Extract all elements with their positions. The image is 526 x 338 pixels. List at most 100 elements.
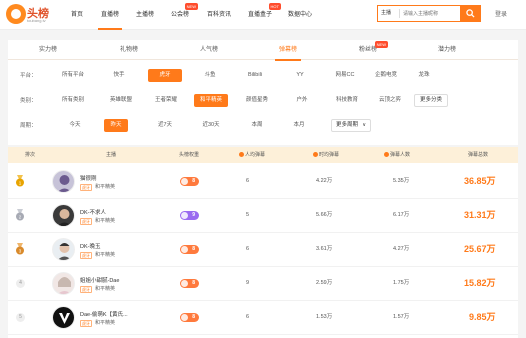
nav-live-box[interactable]: 直播盒子 HOT <box>245 0 281 30</box>
chip-category-tft[interactable]: 云顶之弈 <box>373 94 407 107</box>
tab-popularity[interactable]: 人气榜 <box>196 40 222 60</box>
weight-badge: 9 <box>180 211 199 220</box>
anchor-name[interactable]: 猫很刚 <box>80 174 97 182</box>
table-row[interactable]: 3 DK-晚玉 虎牙 和平精英 8 6 3.61万 4.27万 25.67万 <box>8 233 518 267</box>
table-row[interactable]: 5 Dae-偷萌K【黄氏... 虎牙 和平精英 8 6 1.53万 1.57万 … <box>8 301 518 335</box>
top-header: 头榜 toubang.tv 首页 直播榜 主播榜 公会榜 NEW 百科资讯 直播盒… <box>0 0 526 30</box>
table-row[interactable]: 2 DK-不求人 虎牙 和平精英 9 5 5.66万 6.17万 31.31万 <box>8 199 518 233</box>
search-button[interactable] <box>460 5 481 22</box>
weight-badge: 8 <box>180 177 199 186</box>
tab-gift[interactable]: 礼物榜 <box>116 40 142 60</box>
category-filter: 类别： 所有类别 英雄联盟 王者荣耀 和平精英 颜值星秀 户外 科技教育 云顶之… <box>8 94 518 108</box>
cell-per-hour: 4.22万 <box>316 178 333 184</box>
nav-live-rank[interactable]: 直播榜 <box>98 0 122 30</box>
game-category: 和平精英 <box>95 286 116 292</box>
chip-period-today[interactable]: 今天 <box>63 119 87 132</box>
cell-per-hour: 5.66万 <box>316 212 333 218</box>
chip-period-7days[interactable]: 近7天 <box>152 119 178 132</box>
chip-platform-esports[interactable]: 企鹅电竞 <box>369 69 403 82</box>
info-icon <box>313 152 318 157</box>
silver-medal-icon: 2 <box>16 209 24 221</box>
flame-icon <box>181 212 188 219</box>
bronze-medal-icon: 3 <box>16 243 24 255</box>
tab-strength[interactable]: 实力榜 <box>35 40 61 60</box>
info-icon <box>239 152 244 157</box>
chip-period-yesterday[interactable]: 昨天 <box>104 119 128 132</box>
platform-tag: 虎牙 <box>80 320 92 327</box>
platform-tag: 虎牙 <box>80 184 92 191</box>
nav-home[interactable]: 首页 <box>68 0 86 30</box>
chip-category-show[interactable]: 颜值星秀 <box>240 94 274 107</box>
rank-tabbar: 实力榜 礼物榜 人气榜 弹幕榜 粉丝榜 NEW 潜力榜 <box>8 40 518 61</box>
more-category-button[interactable]: 更多分类 <box>414 94 448 107</box>
chip-period-30days[interactable]: 近30天 <box>196 119 226 132</box>
game-category: 和平精英 <box>95 184 116 190</box>
nav-guild-rank[interactable]: 公会榜 NEW <box>168 0 198 30</box>
chip-category-lol[interactable]: 英雄联盟 <box>104 94 138 107</box>
rank-number: 4 <box>16 279 25 288</box>
tab-potential[interactable]: 潜力榜 <box>434 40 460 60</box>
avatar[interactable] <box>52 170 75 193</box>
cell-per-person: 6 <box>246 314 250 320</box>
avatar[interactable] <box>52 238 75 261</box>
chip-category-wzry[interactable]: 王者荣耀 <box>149 94 183 107</box>
site-logo[interactable]: 头榜 toubang.tv <box>6 4 50 26</box>
chip-platform-all[interactable]: 所有平台 <box>56 69 90 82</box>
table-header: 排次 主播 头榜权重 人均弹幕 时均弹幕 弹幕人数 弹幕总数 <box>8 147 518 163</box>
gold-medal-icon: 1 <box>16 175 24 187</box>
anchor-name[interactable]: Dae-偷萌K【黄氏... <box>80 310 128 318</box>
tab-danmaku[interactable]: 弹幕榜 <box>275 40 301 61</box>
flame-icon <box>181 314 188 321</box>
new-badge: NEW <box>184 3 198 10</box>
th-people: 弹幕人数 <box>384 147 410 163</box>
anchor-name[interactable]: DK-晚玉 <box>80 242 100 250</box>
more-period-dropdown[interactable]: 更多周期 ∨ <box>331 119 371 132</box>
period-label: 周期： <box>20 123 37 129</box>
platform-tag: 虎牙 <box>80 252 92 259</box>
cell-people: 4.27万 <box>393 246 410 252</box>
chip-platform-kuaishou[interactable]: 快手 <box>107 69 131 82</box>
platform-filter: 平台： 所有平台 快手 虎牙 斗鱼 Bilibili YY 网易CC 企鹅电竞 … <box>8 69 518 83</box>
game-category: 和平精英 <box>95 320 116 326</box>
cell-per-person: 6 <box>246 178 250 184</box>
nav-data-center[interactable]: 数据中心 <box>285 0 315 30</box>
platform-tag: 虎牙 <box>80 218 92 225</box>
th-per-hour: 时均弹幕 <box>313 147 339 163</box>
avatar[interactable] <box>52 272 75 295</box>
search-input[interactable] <box>403 6 455 21</box>
logo-mark-icon <box>6 4 26 24</box>
chip-platform-cc[interactable]: 网易CC <box>330 69 360 82</box>
chip-platform-longzhu[interactable]: 龙珠 <box>412 69 436 82</box>
anchor-name[interactable]: DK-不求人 <box>80 208 106 216</box>
nav-wiki-news[interactable]: 百科资讯 <box>204 0 234 30</box>
logo-subtext: toubang.tv <box>27 18 46 23</box>
chip-category-all[interactable]: 所有类别 <box>56 94 90 107</box>
chip-category-tech[interactable]: 科技教育 <box>330 94 364 107</box>
chip-category-outdoor[interactable]: 户外 <box>292 94 312 107</box>
anchor-name[interactable]: 姐姐小甜腻-Dae <box>80 276 119 284</box>
table-row[interactable]: 4 姐姐小甜腻-Dae 虎牙 和平精英 8 9 2.59万 1.75万 15.8… <box>8 267 518 301</box>
chip-platform-douyu[interactable]: 斗鱼 <box>198 69 222 82</box>
new-badge: NEW <box>374 41 388 48</box>
chip-period-week[interactable]: 本周 <box>246 119 268 132</box>
login-link[interactable]: 登录 <box>495 0 507 30</box>
avatar[interactable] <box>52 204 75 227</box>
search-type-select[interactable]: 主播 <box>381 6 391 21</box>
chip-platform-yy[interactable]: YY <box>290 69 310 82</box>
chip-platform-bilibili[interactable]: Bilibili <box>240 69 270 82</box>
chip-category-pubg[interactable]: 和平精英 <box>194 94 228 107</box>
chip-period-month[interactable]: 本月 <box>288 119 310 132</box>
chip-platform-huya[interactable]: 虎牙 <box>148 69 182 82</box>
avatar[interactable] <box>52 306 75 329</box>
cell-total: 25.67万 <box>464 244 496 254</box>
nav-anchor-rank[interactable]: 主播榜 <box>133 0 157 30</box>
hot-badge: HOT <box>268 3 281 10</box>
table-row[interactable]: 1 猫很刚 虎牙 和平精英 8 6 4.22万 5.35万 36.85万 <box>8 165 518 199</box>
search-box: 主播 <box>377 5 481 22</box>
cell-people: 6.17万 <box>393 212 410 218</box>
cell-people: 1.75万 <box>393 280 410 286</box>
category-label: 类别： <box>20 98 37 104</box>
weight-badge: 8 <box>180 245 199 254</box>
chevron-down-icon: ∨ <box>362 122 366 128</box>
tab-fans[interactable]: 粉丝榜 NEW <box>355 40 388 60</box>
